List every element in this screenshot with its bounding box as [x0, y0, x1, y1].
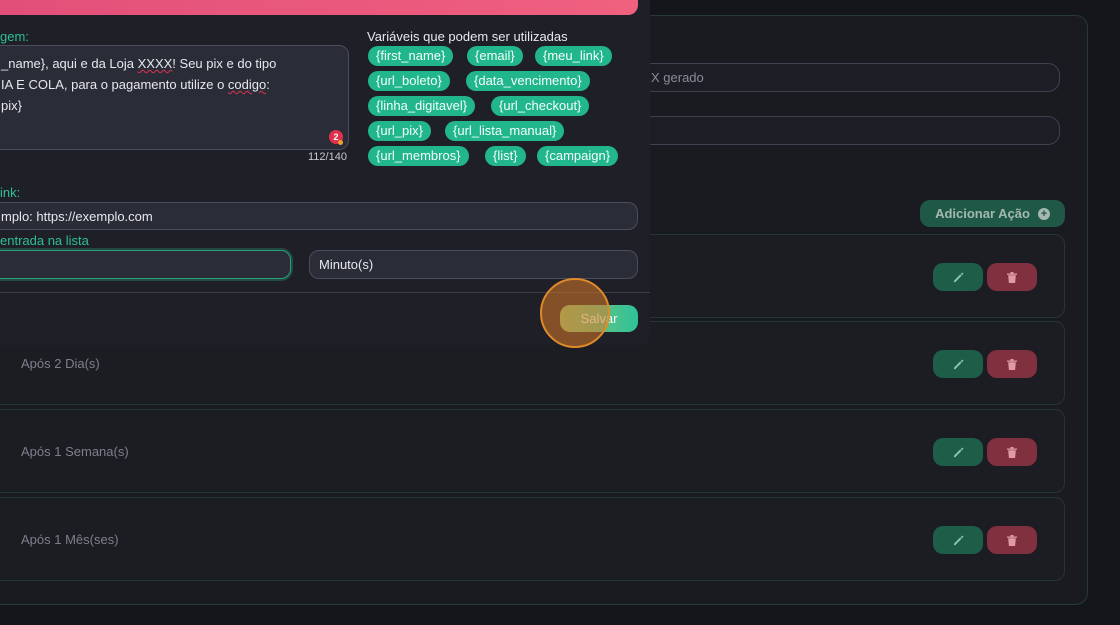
char-counter: 112/140 — [308, 151, 347, 163]
message-textarea[interactable]: _name}, aqui e da Loja XXXX! Seu pix e d… — [0, 45, 349, 150]
action-delay-label: Após 1 Mês(ses) — [21, 532, 119, 547]
edit-action-button[interactable] — [933, 350, 983, 378]
action-modal: gem: _name}, aqui e da Loja XXXX! Seu pi… — [0, 0, 650, 348]
pencil-icon — [953, 534, 964, 545]
flow-name-input[interactable]: X gerado — [640, 63, 1060, 92]
variable-chip[interactable]: {linha_digitavel} — [368, 96, 476, 116]
variable-chip[interactable]: {data_vencimento} — [466, 71, 590, 91]
edit-action-button[interactable] — [933, 263, 983, 291]
variable-chip[interactable]: {url_pix} — [368, 121, 431, 141]
delete-action-button[interactable] — [987, 350, 1037, 378]
action-card: Após 1 Mês(ses) — [0, 497, 1065, 581]
variable-chip[interactable]: {url_boleto} — [368, 71, 450, 91]
trash-icon — [1007, 271, 1017, 283]
delete-action-button[interactable] — [987, 526, 1037, 554]
click-indicator — [540, 278, 610, 348]
delay-unit-select[interactable]: Minuto(s) — [309, 250, 638, 279]
link-label: ink: — [0, 185, 21, 200]
link-input[interactable]: mplo: https://exemplo.com — [0, 202, 638, 230]
variable-chip[interactable]: {url_lista_manual} — [445, 121, 565, 141]
message-line: pix} — [1, 98, 22, 113]
delete-action-button[interactable] — [987, 438, 1037, 466]
variable-chip[interactable]: {meu_link} — [535, 46, 612, 66]
pencil-icon — [953, 446, 964, 457]
variable-chip[interactable]: {first_name} — [368, 46, 454, 66]
pencil-icon — [953, 271, 964, 282]
grammar-status-dot — [338, 140, 343, 145]
variable-chip[interactable]: {campaign} — [537, 146, 619, 166]
delay-amount-input[interactable] — [0, 250, 291, 279]
action-card: Após 1 Semana(s) — [0, 409, 1065, 493]
flow-description-input[interactable] — [640, 116, 1060, 145]
message-line: IA E COLA, para o pagamento utilize o co… — [1, 77, 270, 92]
variable-chip[interactable]: {url_checkout} — [491, 96, 590, 116]
trash-icon — [1007, 358, 1017, 370]
variable-chip[interactable]: {email} — [467, 46, 523, 66]
message-label: gem: — [0, 29, 29, 44]
modal-header-bar — [0, 0, 638, 15]
edit-action-button[interactable] — [933, 438, 983, 466]
plus-circle-icon: + — [1037, 207, 1050, 220]
pencil-icon — [953, 358, 964, 369]
message-line: _name}, aqui e da Loja XXXX! Seu pix e d… — [1, 56, 277, 71]
entry-delay-label: entrada na lista — [0, 233, 89, 248]
add-action-button[interactable]: Adicionar Ação + — [920, 200, 1065, 227]
add-action-label: Adicionar Ação — [935, 206, 1030, 221]
action-delay-label: Após 1 Semana(s) — [21, 444, 129, 459]
trash-icon — [1007, 534, 1017, 546]
variable-chip[interactable]: {url_membros} — [368, 146, 469, 166]
variable-chip[interactable]: {list} — [485, 146, 526, 166]
trash-icon — [1007, 446, 1017, 458]
edit-action-button[interactable] — [933, 526, 983, 554]
variables-title: Variáveis que podem ser utilizadas — [367, 29, 568, 44]
delete-action-button[interactable] — [987, 263, 1037, 291]
action-delay-label: Após 2 Dia(s) — [21, 356, 100, 371]
